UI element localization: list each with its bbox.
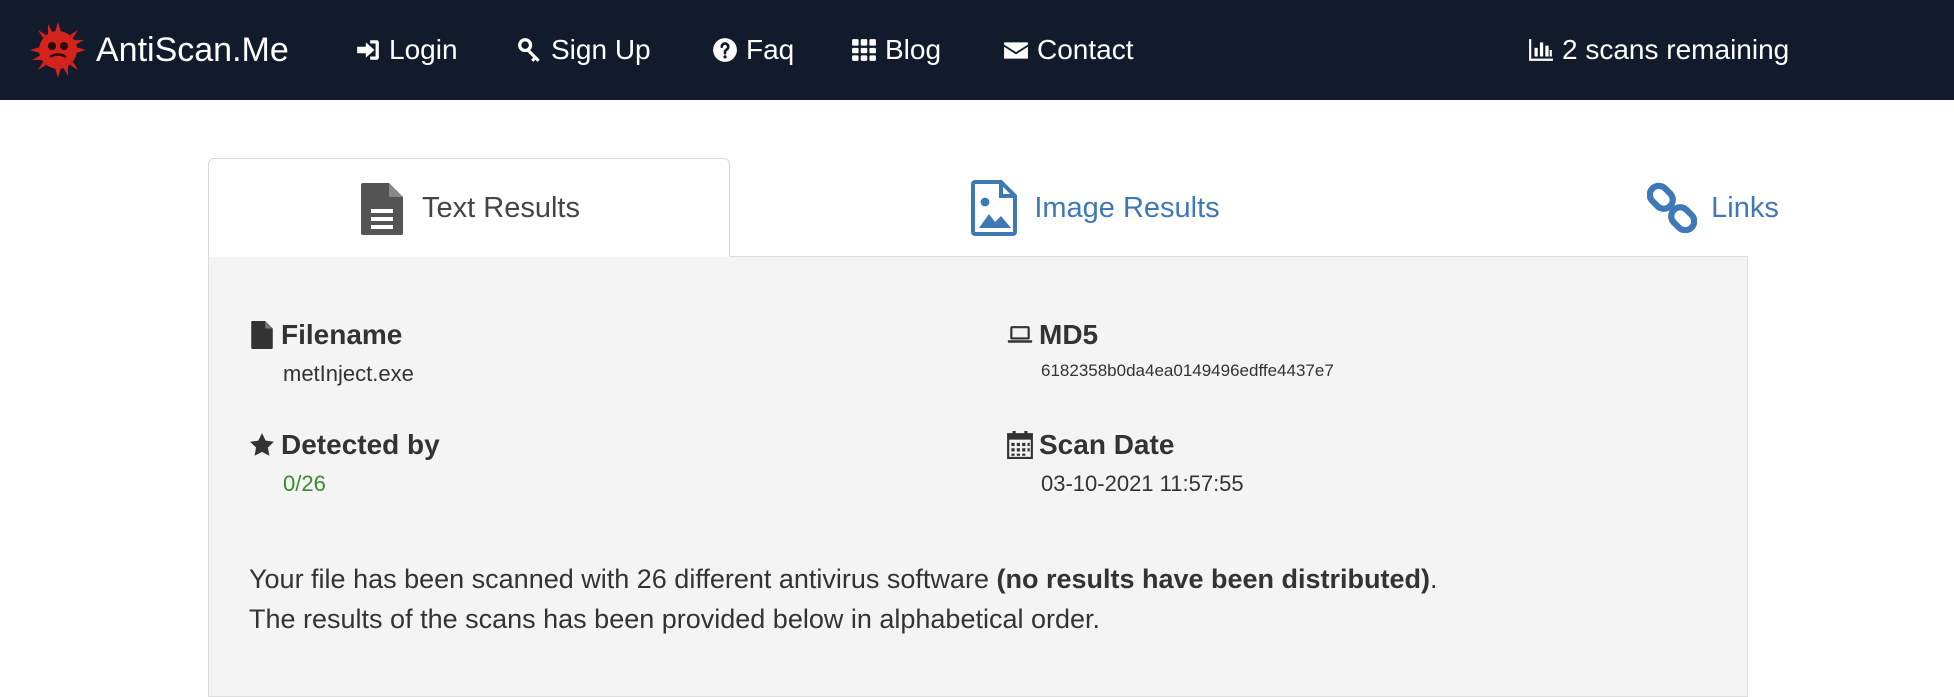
brand-name: AntiScan.Me — [96, 30, 289, 69]
nav-signup-label: Sign Up — [551, 34, 651, 65]
top-navbar: AntiScan.Me Login Sign Up Faq Blog Conta… — [0, 0, 1954, 100]
virus-logo-icon — [30, 22, 86, 78]
tab-image-results-label: Image Results — [1034, 191, 1220, 224]
key-icon — [518, 38, 540, 62]
brand[interactable]: AntiScan.Me — [28, 20, 289, 80]
nav-contact-label: Contact — [1037, 34, 1134, 65]
tab-image-results[interactable]: Image Results — [730, 158, 1460, 258]
star-icon — [250, 433, 274, 456]
sign-in-icon — [357, 40, 379, 60]
scandate-section: Scan Date 03-10-2021 11:57:55 — [1007, 427, 1244, 497]
laptop-icon — [1007, 326, 1033, 343]
tab-links-label: Links — [1711, 191, 1779, 224]
scandate-label: Scan Date — [1039, 429, 1175, 460]
summary-line-1-end: . — [1430, 564, 1438, 594]
tab-text-results-label: Text Results — [422, 192, 580, 224]
detected-section: Detected by 0/26 — [249, 427, 440, 497]
scandate-heading: Scan Date — [1007, 427, 1244, 463]
chain-link-icon — [1647, 182, 1698, 234]
detected-label: Detected by — [281, 429, 440, 460]
file-text-icon — [361, 182, 404, 235]
envelope-icon — [1004, 42, 1028, 59]
tab-links[interactable]: Links — [1460, 158, 1954, 258]
md5-heading: MD5 — [1007, 317, 1334, 353]
results-tabs: Text Results Image Results Links — [208, 158, 1779, 258]
file-image-icon — [971, 180, 1018, 236]
file-icon — [251, 321, 273, 349]
nav-signup[interactable]: Sign Up — [517, 30, 651, 70]
summary-line-1-bold: (no results have been distributed) — [996, 564, 1431, 594]
nav-login-label: Login — [389, 34, 458, 65]
scans-remaining: 2 scans remaining — [1528, 30, 1789, 70]
nav-login[interactable]: Login — [355, 30, 458, 70]
scans-remaining-label: 2 scans remaining — [1562, 34, 1790, 65]
grid-icon — [852, 39, 876, 61]
nav-contact[interactable]: Contact — [1003, 30, 1134, 70]
results-panel: Filename metInject.exe MD5 6182358b0da4e… — [208, 257, 1748, 697]
detected-heading: Detected by — [249, 427, 440, 463]
detected-value: 0/26 — [283, 471, 326, 496]
summary-line-2: The results of the scans has been provid… — [249, 604, 1101, 634]
md5-value: 6182358b0da4ea0149496edffe4437e7 — [1041, 361, 1334, 380]
filename-heading: Filename — [249, 317, 414, 353]
calendar-icon — [1007, 431, 1033, 459]
nav-blog-label: Blog — [885, 34, 942, 65]
scan-summary: Your file has been scanned with 26 diffe… — [249, 559, 1709, 639]
bar-chart-icon — [1529, 39, 1553, 61]
filename-label: Filename — [281, 319, 403, 350]
tab-text-results[interactable]: Text Results — [208, 158, 730, 258]
nav-faq-label: Faq — [746, 34, 795, 65]
nav-faq[interactable]: Faq — [712, 30, 794, 70]
scandate-value: 03-10-2021 11:57:55 — [1041, 471, 1244, 496]
filename-value: metInject.exe — [283, 361, 414, 386]
summary-line-1: Your file has been scanned with 26 diffe… — [249, 559, 1709, 599]
md5-label: MD5 — [1039, 319, 1099, 350]
md5-section: MD5 6182358b0da4ea0149496edffe4437e7 — [1007, 317, 1334, 381]
summary-line-1-text: Your file has been scanned with 26 diffe… — [249, 564, 997, 594]
nav-blog[interactable]: Blog — [851, 30, 941, 70]
filename-section: Filename metInject.exe — [249, 317, 414, 387]
question-circle-icon — [713, 38, 737, 62]
